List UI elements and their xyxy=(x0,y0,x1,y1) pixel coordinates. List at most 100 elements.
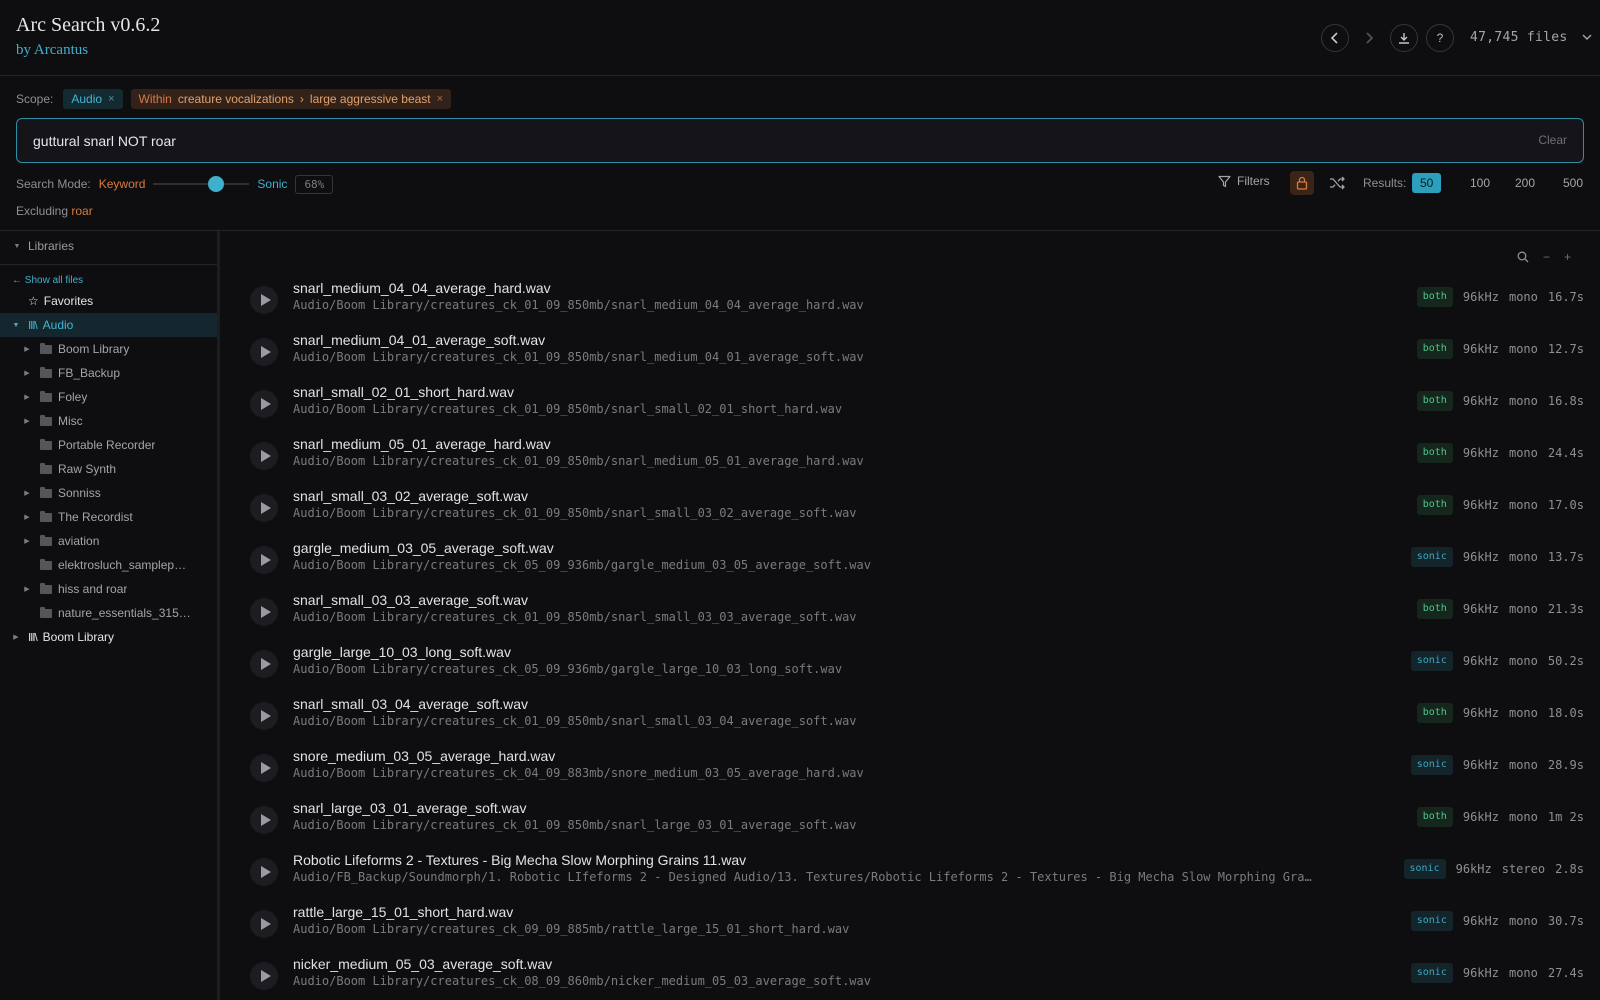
folder-item[interactable]: Portable Recorder xyxy=(0,433,217,457)
results-option-200[interactable]: 200 xyxy=(1507,173,1543,193)
app-title: Arc Search v0.6.2 xyxy=(16,14,161,36)
result-path: Audio/Boom Library/creatures_ck_01_09_85… xyxy=(293,506,857,520)
play-icon[interactable] xyxy=(250,962,278,990)
scope-chip-audio[interactable]: Audio × xyxy=(63,89,123,109)
folder-item[interactable]: ▶ Sonniss xyxy=(0,481,217,505)
result-path: Audio/FB_Backup/Soundmorph/1. Robotic LI… xyxy=(293,870,1313,884)
channels: mono xyxy=(1508,706,1538,720)
play-icon[interactable] xyxy=(250,390,278,418)
zoom-in-icon[interactable]: + xyxy=(1564,250,1571,264)
shuffle-icon[interactable] xyxy=(1328,174,1346,192)
play-icon[interactable] xyxy=(250,754,278,782)
result-row[interactable]: snore_medium_03_05_average_hard.wav Audio… xyxy=(238,743,1584,795)
result-path: Audio/Boom Library/creatures_ck_01_09_85… xyxy=(293,298,864,312)
sidebar-item-audio[interactable]: ▼ Ⅲ\ Audio xyxy=(0,313,217,337)
duration: 16.8s xyxy=(1547,394,1584,408)
sidebar-item-favorites[interactable]: ☆ Favorites xyxy=(0,289,217,313)
result-meta: sonic 96kHz stereo 2.8s xyxy=(1403,859,1584,879)
result-row[interactable]: Robotic Lifeforms 2 - Textures - Big Mec… xyxy=(238,847,1584,899)
chevron-right-icon xyxy=(1366,32,1374,44)
download-button[interactable] xyxy=(1390,24,1418,52)
results-option-500[interactable]: 500 xyxy=(1555,173,1591,193)
folder-icon xyxy=(40,558,52,570)
libraries-header[interactable]: ▼ Libraries xyxy=(12,239,75,253)
play-icon[interactable] xyxy=(250,442,278,470)
result-row[interactable]: snarl_large_03_01_average_soft.wav Audio/… xyxy=(238,795,1584,847)
folder-item[interactable]: ▶ Foley xyxy=(0,385,217,409)
filters-button[interactable]: Filters xyxy=(1218,174,1270,188)
result-row[interactable]: gargle_large_10_03_long_soft.wav Audio/Bo… xyxy=(238,639,1584,691)
scope-chip-within[interactable]: Within creature vocalizations › large ag… xyxy=(130,89,452,109)
result-row[interactable]: rattle_large_15_01_short_hard.wav Audio/B… xyxy=(238,899,1584,951)
folder-item[interactable]: ▶ aviation xyxy=(0,529,217,553)
close-icon[interactable]: × xyxy=(108,93,114,105)
results-option-50[interactable]: 50 xyxy=(1412,173,1442,193)
zoom-out-icon[interactable]: − xyxy=(1543,250,1550,264)
result-row[interactable]: nicker_medium_05_03_average_soft.wav Audi… xyxy=(238,951,1584,1000)
clear-button[interactable]: Clear xyxy=(1538,133,1567,147)
search-input[interactable] xyxy=(33,119,1433,162)
result-path: Audio/Boom Library/creatures_ck_05_09_93… xyxy=(293,558,871,572)
result-row[interactable]: snarl_small_03_02_average_soft.wav Audio/… xyxy=(238,483,1584,535)
mode-sonic-label[interactable]: Sonic xyxy=(257,177,287,191)
star-icon: ☆ xyxy=(28,294,39,308)
folder-icon xyxy=(40,342,52,354)
play-icon[interactable] xyxy=(250,858,278,886)
mode-percent: 68% xyxy=(295,174,334,194)
result-row[interactable]: snarl_medium_04_04_average_hard.wav Audio… xyxy=(238,275,1584,327)
lock-button[interactable] xyxy=(1290,171,1314,195)
header-divider xyxy=(0,230,1600,231)
close-icon[interactable]: × xyxy=(437,93,443,105)
result-row[interactable]: snarl_small_03_04_average_soft.wav Audio/… xyxy=(238,691,1584,743)
play-icon[interactable] xyxy=(250,338,278,366)
match-badge: both xyxy=(1416,391,1453,411)
folder-item[interactable]: ▶ hiss and roar xyxy=(0,577,217,601)
back-button[interactable] xyxy=(1321,24,1349,52)
match-badge: sonic xyxy=(1410,547,1453,567)
match-badge: sonic xyxy=(1410,755,1453,775)
result-row[interactable]: snarl_medium_04_01_average_soft.wav Audio… xyxy=(238,327,1584,379)
folder-item[interactable]: Raw Synth xyxy=(0,457,217,481)
show-all-files-link[interactable]: ← Show all files xyxy=(12,275,83,286)
match-badge: sonic xyxy=(1410,963,1453,983)
play-icon[interactable] xyxy=(250,910,278,938)
folder-item[interactable]: ▶ Boom Library xyxy=(0,337,217,361)
mode-keyword-label[interactable]: Keyword xyxy=(99,177,146,191)
play-icon[interactable] xyxy=(250,702,278,730)
sample-rate: 96kHz xyxy=(1462,654,1499,668)
search-icon[interactable] xyxy=(1517,251,1529,263)
caret-right-icon: ▶ xyxy=(24,490,30,497)
result-meta: both 96kHz mono 16.7s xyxy=(1416,287,1584,307)
result-row[interactable]: snarl_small_02_01_short_hard.wav Audio/Bo… xyxy=(238,379,1584,431)
results-option-100[interactable]: 100 xyxy=(1462,173,1498,193)
play-icon[interactable] xyxy=(250,598,278,626)
search-mode-slider[interactable] xyxy=(153,176,250,192)
folder-item[interactable]: nature_essentials_315… xyxy=(0,601,217,625)
play-icon[interactable] xyxy=(250,286,278,314)
folder-item[interactable]: ▶ The Recordist xyxy=(0,505,217,529)
folder-item[interactable]: ▶ Misc xyxy=(0,409,217,433)
folder-item[interactable]: elektrosluch_samplep… xyxy=(0,553,217,577)
play-icon[interactable] xyxy=(250,650,278,678)
duration: 50.2s xyxy=(1547,654,1584,668)
folder-label: aviation xyxy=(58,534,100,548)
play-icon[interactable] xyxy=(250,806,278,834)
result-row[interactable]: snarl_small_03_03_average_soft.wav Audio/… xyxy=(238,587,1584,639)
result-row[interactable]: gargle_medium_03_05_average_soft.wav Audi… xyxy=(238,535,1584,587)
slider-thumb[interactable] xyxy=(207,176,224,192)
result-row[interactable]: snarl_medium_05_01_average_hard.wav Audio… xyxy=(238,431,1584,483)
folder-label: Portable Recorder xyxy=(58,438,156,452)
play-icon[interactable] xyxy=(250,546,278,574)
folder-icon xyxy=(40,534,52,546)
folder-icon xyxy=(40,390,52,402)
scope-within-path-2: large aggressive beast xyxy=(309,92,431,106)
help-button[interactable]: ? xyxy=(1426,24,1454,52)
sidebar-item-boom-library[interactable]: ▶ Ⅲ\ Boom Library xyxy=(0,625,217,649)
play-icon[interactable] xyxy=(250,494,278,522)
match-badge: sonic xyxy=(1410,911,1453,931)
file-count-dropdown[interactable]: 47,745 files xyxy=(1470,30,1592,45)
match-badge: both xyxy=(1416,703,1453,723)
forward-button[interactable] xyxy=(1355,24,1383,52)
folder-item[interactable]: ▶ FB_Backup xyxy=(0,361,217,385)
result-meta: both 96kHz mono 1m 2s xyxy=(1416,807,1584,827)
